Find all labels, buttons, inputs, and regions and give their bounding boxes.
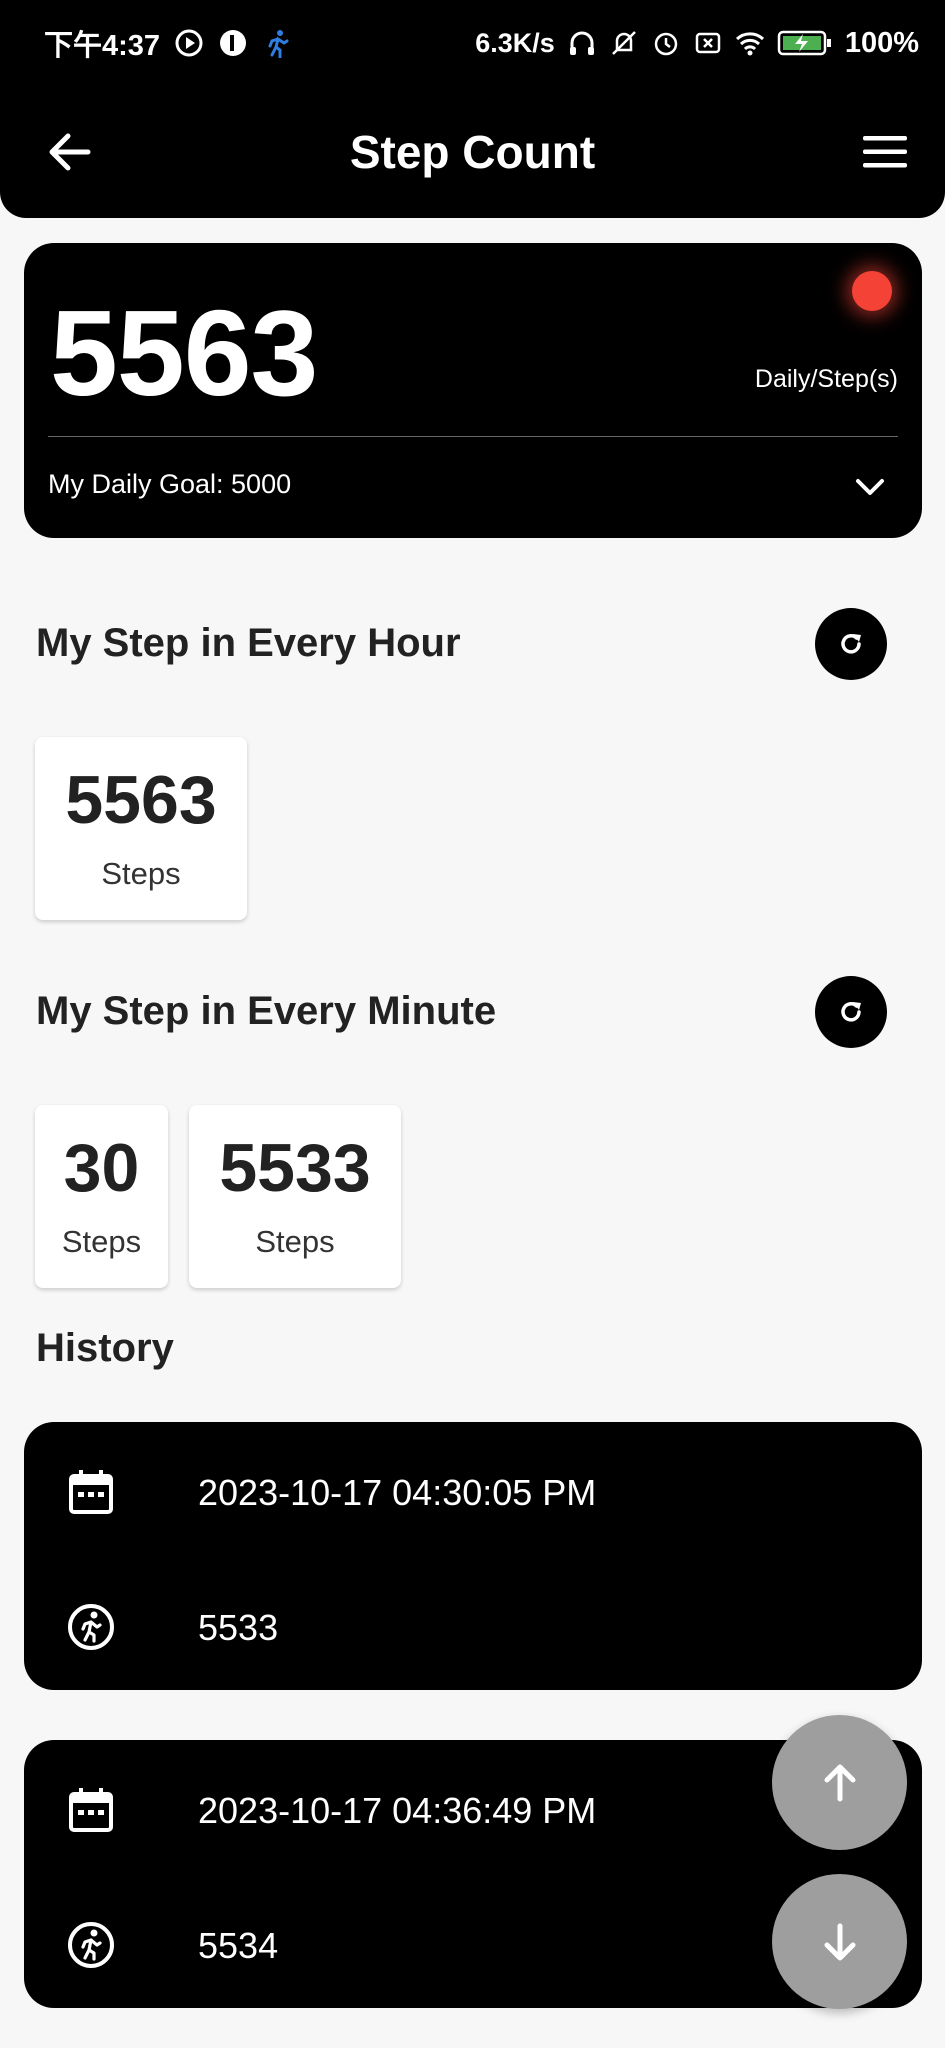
hamburger-menu-icon[interactable] <box>861 128 909 176</box>
media-icon <box>175 29 203 57</box>
history-datetime: 2023-10-17 04:30:05 PM <box>198 1472 597 1513</box>
chevron-down-icon[interactable] <box>852 469 888 505</box>
hourly-step-label: Steps <box>101 855 181 891</box>
arrow-down-icon <box>824 1923 855 1960</box>
history-item[interactable]: 2023-10-17 04:30:05 PM 5533 <box>24 1422 922 1690</box>
minute-refresh-button[interactable] <box>815 976 887 1048</box>
summary-divider <box>48 436 898 437</box>
mute-icon <box>611 31 636 55</box>
minute-step-label: Steps <box>255 1223 335 1259</box>
walking-icon <box>68 1922 114 1968</box>
daily-goal-text: My Daily Goal: 5000 <box>48 469 292 499</box>
status-indicator-dot <box>852 271 892 311</box>
walking-icon <box>68 1604 114 1650</box>
scroll-up-button[interactable] <box>772 1715 907 1850</box>
refresh-icon <box>841 1002 861 1022</box>
calendar-icon <box>69 1788 113 1832</box>
minute-step-card: 5533 Steps <box>189 1105 401 1288</box>
status-bar-right: 6.3K/s 100% <box>475 27 919 60</box>
daily-step-count: 5563 <box>50 285 318 421</box>
back-arrow-icon[interactable] <box>42 124 98 180</box>
minute-step-label: Steps <box>61 1223 142 1259</box>
minute-step-card: 30 Steps <box>35 1105 168 1288</box>
status-bar: 下午4:37 6.3K/s 100% <box>0 0 945 86</box>
battery-icon <box>777 30 831 56</box>
status-time: 下午4:37 <box>44 30 161 62</box>
hourly-section-title: My Step in Every Hour <box>36 621 461 665</box>
daily-summary-card: 5563 Daily/Step(s) My Daily Goal: 5000 <box>24 243 922 538</box>
history-steps: 5533 <box>198 1607 279 1648</box>
history-section-title: History <box>36 1326 174 1370</box>
wifi-icon <box>735 32 764 56</box>
app-bar: Step Count <box>0 86 945 218</box>
daily-unit-label: Daily/Step(s) <box>754 365 898 393</box>
history-datetime: 2023-10-17 04:36:49 PM <box>198 1790 597 1831</box>
network-speed: 6.3K/s <box>475 27 555 58</box>
sim-icon <box>695 32 721 54</box>
status-bar-left: 下午4:37 <box>44 22 292 64</box>
history-steps: 5534 <box>198 1925 279 1966</box>
scroll-down-button[interactable] <box>772 1874 907 2009</box>
running-icon <box>268 30 289 58</box>
page-title: Step Count <box>349 126 596 178</box>
headphones-icon <box>569 31 594 55</box>
arrow-up-icon <box>824 1764 855 1801</box>
minute-section-title: My Step in Every Minute <box>36 989 497 1033</box>
calendar-icon <box>69 1470 113 1514</box>
refresh-icon <box>841 634 861 654</box>
minute-step-value: 30 <box>63 1129 140 1206</box>
battery-level: 100% <box>844 26 919 59</box>
app-icon <box>220 30 247 56</box>
hourly-refresh-button[interactable] <box>815 608 887 680</box>
hourly-step-card: 5563 Steps <box>35 737 247 920</box>
alarm-icon <box>654 32 678 56</box>
minute-step-value: 5533 <box>219 1129 371 1206</box>
hourly-step-value: 5563 <box>65 761 217 838</box>
